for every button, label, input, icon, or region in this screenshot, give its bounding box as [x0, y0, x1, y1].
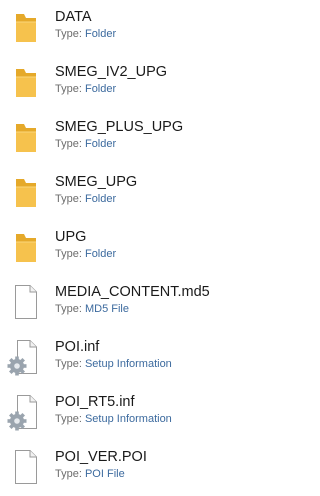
file-type: Type: Folder — [55, 83, 116, 96]
file-type: Type: Setup Information — [55, 413, 172, 426]
type-label: Type: — [55, 193, 82, 205]
folder-icon — [6, 226, 44, 266]
type-value: Folder — [84, 193, 117, 205]
list-item-poi-ver-poi[interactable]: POI_VER.POI Type: POI File — [0, 440, 268, 492]
file-type: Type: Folder — [55, 193, 116, 206]
type-label: Type: — [55, 468, 82, 480]
type-value: MD5 File — [84, 303, 129, 315]
list-item-data[interactable]: DATA Type: Folder — [0, 0, 268, 52]
type-label: Type: — [55, 83, 82, 95]
folder-icon — [6, 116, 44, 156]
list-item-smeg-plus-upg[interactable]: SMEG_PLUS_UPG Type: Folder — [0, 110, 268, 162]
type-value: Setup Information — [84, 413, 172, 425]
list-item-poi-rt5-inf[interactable]: POI_RT5.inf Type: Setup Information — [0, 385, 268, 437]
file-name: MEDIA_CONTENT.md5 — [55, 284, 210, 300]
file-name: POI_RT5.inf — [55, 394, 135, 410]
file-icon — [6, 446, 44, 486]
type-label: Type: — [55, 358, 82, 370]
type-label: Type: — [55, 248, 82, 260]
file-type: Type: POI File — [55, 468, 125, 481]
file-name: POI_VER.POI — [55, 449, 147, 465]
file-type: Type: MD5 File — [55, 303, 129, 316]
setup-information-icon — [6, 336, 44, 376]
type-label: Type: — [55, 28, 82, 40]
type-value: Folder — [84, 28, 117, 40]
list-item-media-content-md5[interactable]: MEDIA_CONTENT.md5 Type: MD5 File — [0, 275, 268, 327]
file-name: DATA — [55, 9, 92, 25]
type-label: Type: — [55, 303, 82, 315]
file-type: Type: Folder — [55, 138, 116, 151]
list-item-smeg-iv2-upg[interactable]: SMEG_IV2_UPG Type: Folder — [0, 55, 268, 107]
folder-icon — [6, 171, 44, 211]
file-name: SMEG_IV2_UPG — [55, 64, 168, 80]
file-icon — [6, 281, 44, 321]
file-name: UPG — [55, 229, 87, 245]
file-type: Type: Setup Information — [55, 358, 172, 371]
type-label: Type: — [55, 413, 82, 425]
file-type: Type: Folder — [55, 248, 116, 261]
file-name: SMEG_UPG — [55, 174, 138, 190]
file-list: DATA Type: Folder SMEG_IV2_UPG Type: Fol… — [0, 0, 268, 496]
type-value: Setup Information — [84, 358, 172, 370]
list-item-upg[interactable]: UPG Type: Folder — [0, 220, 268, 272]
folder-icon — [6, 6, 44, 46]
folder-icon — [6, 61, 44, 101]
type-value: Folder — [84, 138, 117, 150]
type-value: Folder — [84, 248, 117, 260]
list-item-poi-inf[interactable]: POI.inf Type: Setup Information — [0, 330, 268, 382]
file-name: POI.inf — [55, 339, 100, 355]
type-value: Folder — [84, 83, 117, 95]
type-value: POI File — [84, 468, 125, 480]
type-label: Type: — [55, 138, 82, 150]
file-name: SMEG_PLUS_UPG — [55, 119, 184, 135]
list-item-smeg-upg[interactable]: SMEG_UPG Type: Folder — [0, 165, 268, 217]
file-type: Type: Folder — [55, 28, 116, 41]
setup-information-icon — [6, 391, 44, 431]
